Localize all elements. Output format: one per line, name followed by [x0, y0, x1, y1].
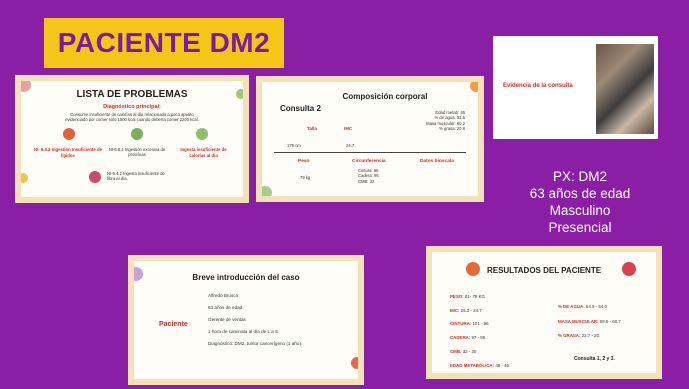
result-key: CINTURA: — [450, 321, 472, 327]
result-value: 59.5 - 60.7 — [599, 318, 621, 324]
body-composition-title: Composición corporal — [342, 92, 428, 101]
case-intro-side: Paciente — [159, 321, 188, 328]
case-line: 63 años de edad — [208, 304, 243, 310]
problems-title: LISTA DE PROBLEMAS — [76, 89, 188, 100]
apple-icon — [63, 128, 75, 140]
results-card[interactable]: RESULTADOS DEL PACIENTE PESO: 81- 79 KG … — [426, 246, 662, 379]
results-right: % DE AGUA: 54.9 - 54.6 MASA MUSCULAR: 59… — [558, 304, 656, 339]
problem-item-3: Ingesta insuficiente de calorías al día — [180, 147, 227, 158]
result-row: CMB: 32 - 30 — [450, 349, 545, 355]
peso-label: Peso — [298, 159, 310, 164]
result-row: % DE AGUA: 54.9 - 54.6 — [558, 304, 656, 310]
results-left: PESO: 81- 79 KG IMC: 25.3 - 24.7 CINTURA… — [450, 294, 545, 368]
case-line: Gerente de ventas — [208, 316, 246, 322]
result-value: 101 - 96 — [472, 321, 489, 327]
result-row: % GRASA: 22.7 - 20. — [558, 333, 656, 339]
result-key: EDAD METABÓLICA: — [450, 362, 495, 368]
result-row: MASA MUSCULAR: 59.5 - 60.7 — [558, 318, 656, 325]
result-key: % DE AGUA: — [558, 304, 585, 309]
bio-value: % grasa: 20.8 — [439, 126, 465, 132]
result-value: 32 - 30 — [462, 348, 477, 354]
result-key: CMB: — [450, 348, 462, 354]
result-key: MASA MUSCULAR: — [558, 318, 599, 324]
result-row: CINTURA: 101 - 96 — [450, 321, 545, 327]
result-row: EDAD METABÓLICA: 48 - 46 — [450, 363, 545, 369]
circ-label: Circunferencia — [352, 159, 386, 164]
case-intro-card[interactable]: Breve introducción del caso Paciente Alf… — [128, 255, 364, 385]
result-value: 22.7 - 20. — [581, 333, 601, 339]
result-value: 48 - 46 — [495, 362, 509, 368]
result-value: 97 - 96 — [471, 335, 486, 341]
results-note: Consulta 1, 2 y 3. — [574, 356, 615, 362]
imc-label: IMC — [344, 126, 353, 131]
result-value: 81- 79 KG — [464, 294, 485, 299]
circ-values: Cintura: 98 Cadera: 96 CMB: 32 — [358, 168, 379, 184]
consultation-photo — [596, 44, 654, 134]
peso-value: 79 kg — [300, 175, 311, 180]
case-intro-lines: Alfredo Brusco 63 años de edad Gerente d… — [208, 293, 328, 347]
result-row: PESO: 81- 79 KG — [450, 294, 545, 300]
evidence-title: Evidencia de la consulta — [503, 83, 573, 89]
summary-line: PX: DM2 — [552, 169, 607, 184]
summary-line: Presencial — [548, 220, 612, 235]
talla-label: Talla — [307, 126, 317, 131]
summary-line: 63 años de edad — [529, 186, 631, 201]
result-row: IMC: 25.3 - 24.7 — [450, 308, 545, 314]
leaf-icon — [131, 128, 143, 140]
problems-description: Consume insuficiente de calorías al día … — [65, 112, 199, 123]
result-key: IMC: — [450, 307, 460, 313]
case-intro-title: Breve introducción del caso — [192, 273, 300, 282]
patient-title: PACIENTE DM2 — [57, 27, 271, 58]
result-value: 54.9 - 54.6 — [585, 304, 607, 309]
case-line: 1 hora de caminata al día de L a S. — [208, 328, 280, 334]
problems-subtitle: Diagnóstico principal: — [103, 104, 161, 110]
imc-value: 24.7 — [346, 143, 355, 148]
result-key: PESO: — [450, 294, 464, 299]
slide-canvas: PACIENTE DM2 LISTA DE PROBLEMAS Diagnóst… — [0, 0, 689, 389]
body-composition-card[interactable]: Composición corporal Consulta 2 Talla IM… — [256, 76, 484, 202]
case-line: Diagnóstico: DM2, tumor cancerígeno (1 a… — [208, 340, 303, 346]
result-row: CADERA: 97 - 96 — [450, 335, 545, 341]
problem-item-1: NI- 5.4.2 Ingestión Insuficiente de lípi… — [33, 147, 103, 158]
talla-value: 179 cm — [287, 143, 301, 148]
case-line: Alfredo Brusco — [208, 293, 239, 298]
result-key: % GRASA: — [558, 333, 581, 339]
consulta-label: Consulta 2 — [280, 104, 321, 113]
results-title: RESULTADOS DEL PACIENTE — [486, 266, 602, 275]
result-key: CADERA: — [450, 335, 471, 341]
circ-value: CMB: 32 — [358, 178, 375, 184]
berry-icon — [89, 171, 101, 183]
result-value: 25.3 - 24.7 — [460, 307, 482, 313]
problem-item-2: NI-5.8.1 Ingestión excesiva de proteínas — [108, 147, 166, 158]
jar-icon — [196, 128, 208, 140]
patient-summary: PX: DM2 63 años de edad Masculino Presen… — [505, 168, 655, 236]
bio-label: Datos bioscala — [420, 159, 454, 164]
timeline-line — [274, 152, 466, 153]
patient-title-banner: PACIENTE DM2 — [44, 18, 284, 68]
problem-item-4: NI-5.4.2 Ingesta insuficiente de fibra a… — [107, 171, 165, 182]
summary-line: Masculino — [549, 203, 611, 218]
problems-card[interactable]: LISTA DE PROBLEMAS Diagnóstico principal… — [15, 75, 249, 203]
bio-values: Edad metab: 46 % de agua: 53.5 Masa musc… — [407, 110, 465, 132]
